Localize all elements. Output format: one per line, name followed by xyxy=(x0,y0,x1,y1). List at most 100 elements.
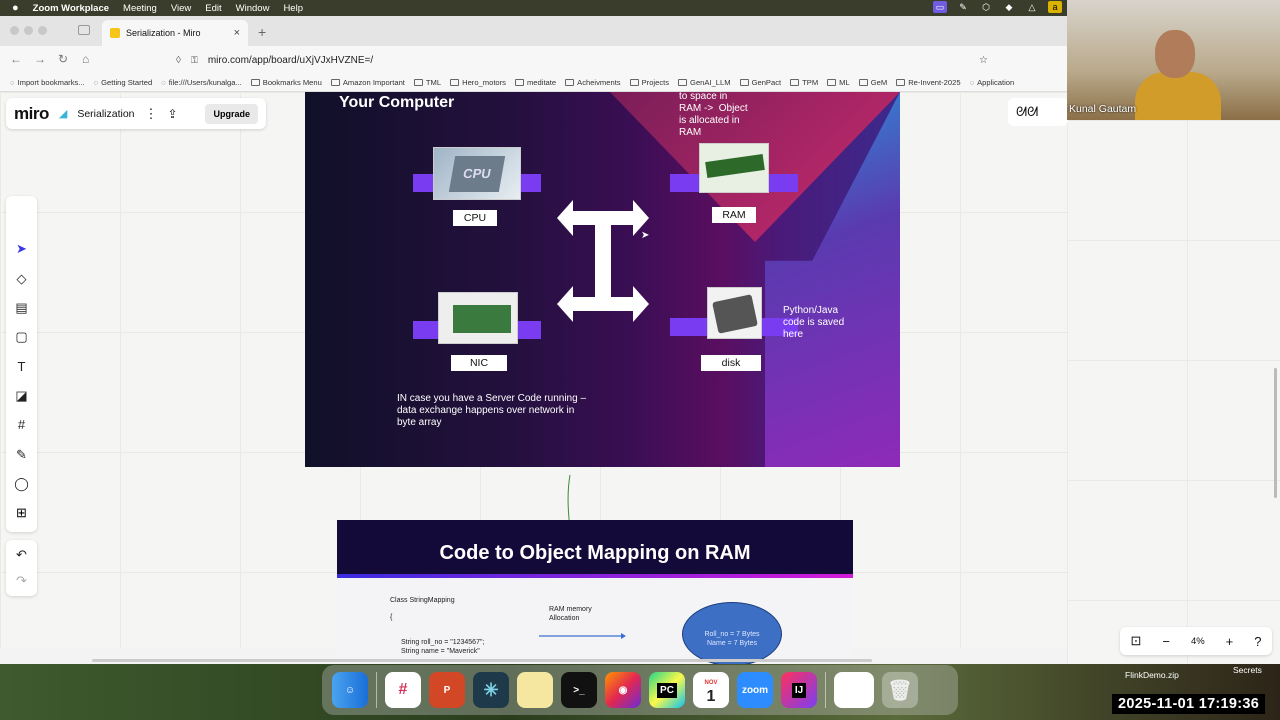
perplexity-icon[interactable]: ✳ xyxy=(473,672,509,708)
sticky-note-icon[interactable]: ▢ xyxy=(12,328,31,346)
bookmark-item[interactable]: ◌ Import bookmarks... xyxy=(10,78,85,87)
close-window-button[interactable] xyxy=(10,26,19,35)
horizontal-scrollbar[interactable] xyxy=(92,659,872,662)
url-text[interactable]: miro.com/app/board/uXjVJxHVZNE=/ xyxy=(208,55,373,66)
share-icon[interactable]: ⇪ xyxy=(168,107,178,121)
screen-share-icon[interactable]: ▭ xyxy=(933,1,947,13)
bookmark-item[interactable]: TPM xyxy=(790,78,818,87)
board-title[interactable]: Serialization xyxy=(77,108,134,120)
menu-app-name[interactable]: Zoom Workplace xyxy=(33,3,109,14)
miro-logo[interactable]: miro xyxy=(14,104,49,124)
back-icon[interactable]: ← xyxy=(10,52,22,66)
board-icon: ◢ xyxy=(58,108,68,120)
bookmark-item[interactable]: Hero_motors xyxy=(450,78,506,87)
bookmark-item[interactable]: Bookmarks Menu xyxy=(250,78,322,87)
bookmark-item[interactable]: ML xyxy=(827,78,850,87)
slide-your-computer[interactable]: Your Computer CPU CPU RAM to space in RA… xyxy=(305,92,900,467)
template-icon[interactable]: ▤ xyxy=(12,299,31,317)
bookmark-label: Projects xyxy=(641,78,670,87)
notes-icon[interactable] xyxy=(517,672,553,708)
tray-icon[interactable]: a xyxy=(1048,1,1062,13)
zoom-level[interactable]: 4% xyxy=(1191,636,1205,647)
tray-icon[interactable]: ⬡ xyxy=(979,1,993,13)
pen-icon[interactable]: ✎ xyxy=(12,446,31,464)
new-tab-icon[interactable]: + xyxy=(258,24,266,40)
help-icon[interactable]: ? xyxy=(1254,634,1261,649)
disk-note: Python/Java code is saved here xyxy=(783,305,845,340)
lock-icon[interactable]: ⚿ xyxy=(191,55,198,66)
bookmark-label: Acheivments xyxy=(577,78,621,87)
bookmark-label: Import bookmarks... xyxy=(17,78,85,87)
redo-icon[interactable]: ↷ xyxy=(12,572,31,590)
bookmark-item[interactable]: meditate xyxy=(514,78,556,87)
disk-image xyxy=(707,287,762,339)
bookmark-item[interactable]: ◌ file:///Users/kunalga... xyxy=(161,78,242,87)
menu-help[interactable]: Help xyxy=(283,3,303,14)
powerpoint-icon[interactable]: P xyxy=(429,672,465,708)
firefox-icon[interactable]: ◉ xyxy=(605,672,641,708)
text-icon[interactable]: T xyxy=(12,358,31,376)
upgrade-button[interactable]: Upgrade xyxy=(205,103,258,124)
minimize-window-button[interactable] xyxy=(24,26,33,35)
apple-icon[interactable]: ● xyxy=(12,2,19,14)
tray-icon[interactable]: ◆ xyxy=(1002,1,1016,13)
shield-icon[interactable]: ◊ xyxy=(176,55,181,66)
eraser-icon[interactable]: ◇ xyxy=(12,270,31,288)
trash-icon[interactable]: 🗑 xyxy=(882,672,918,708)
undo-icon[interactable]: ↶ xyxy=(12,546,31,564)
home-icon[interactable]: ⌂ xyxy=(82,52,89,66)
slide-code-to-object[interactable]: Code to Object Mapping on RAM Class Stri… xyxy=(337,520,853,664)
bookmark-item[interactable]: GeM xyxy=(858,78,887,87)
person-shirt xyxy=(1135,72,1221,120)
reload-icon[interactable]: ↻ xyxy=(58,52,68,66)
shapes-icon[interactable]: ◪ xyxy=(12,387,31,405)
bookmark-item[interactable]: TML xyxy=(413,78,441,87)
zoom-out-icon[interactable]: − xyxy=(1162,634,1170,649)
menu-window[interactable]: Window xyxy=(236,3,270,14)
address-bar[interactable]: ◊ ⚿ miro.com/app/board/uXjVJxHVZNE=/ ☆ xyxy=(176,50,996,70)
bookmark-item[interactable]: Amazon Important xyxy=(330,78,405,87)
fit-screen-icon[interactable]: ⊡ xyxy=(1130,633,1141,649)
browser-toolbar: ← → ↻ ⌂ ◊ ⚿ miro.com/app/board/uXjVJxHVZ… xyxy=(0,46,1067,74)
bookmark-item[interactable]: GenAI_LLM xyxy=(678,78,731,87)
recent-window-icon[interactable] xyxy=(834,672,874,708)
bookmark-item[interactable]: Projects xyxy=(629,78,670,87)
nic-label: NIC xyxy=(451,355,507,371)
browser-tab[interactable]: Serialization - Miro × xyxy=(102,20,248,46)
pycharm-icon[interactable]: PC xyxy=(649,672,685,708)
calendar-icon[interactable]: NOV 1 xyxy=(693,672,729,708)
zoom-window-button[interactable] xyxy=(38,26,47,35)
bookmark-star-icon[interactable]: ☆ xyxy=(979,55,988,66)
slack-icon[interactable]: # xyxy=(385,672,421,708)
frame-icon[interactable]: # xyxy=(12,416,31,434)
terminal-icon[interactable]: >_ xyxy=(561,672,597,708)
bookmark-item[interactable]: ◌ Application xyxy=(970,78,1015,87)
desktop-folder-label[interactable]: Secrets xyxy=(1233,665,1262,675)
vertical-scrollbar[interactable] xyxy=(1274,368,1277,498)
collaborators-panel[interactable]: ᘛᘛ xyxy=(1008,98,1068,126)
bookmark-item[interactable]: Re-Invent-2025 xyxy=(896,78,961,87)
more-options-icon[interactable]: ⋮ xyxy=(145,106,158,122)
reactions-icon[interactable]: ᘛᘛ xyxy=(1016,104,1038,119)
menu-meeting[interactable]: Meeting xyxy=(123,3,157,14)
folder-icon xyxy=(250,79,260,86)
tray-icon[interactable]: ✎ xyxy=(956,1,970,13)
intellij-icon[interactable]: IJ xyxy=(781,672,817,708)
tab-overview-icon[interactable] xyxy=(78,25,90,35)
forward-icon[interactable]: → xyxy=(34,52,46,66)
timestamp: 2025-11-01 17:19:36 xyxy=(1112,694,1266,714)
comment-icon[interactable]: ◯ xyxy=(12,475,31,493)
menu-edit[interactable]: Edit xyxy=(205,3,221,14)
zoom-in-icon[interactable]: + xyxy=(1226,634,1234,649)
close-tab-icon[interactable]: × xyxy=(234,27,240,39)
menu-view[interactable]: View xyxy=(171,3,191,14)
select-icon[interactable]: ➤ xyxy=(12,240,31,258)
zoom-app-icon[interactable]: zoom xyxy=(737,672,773,708)
bookmark-item[interactable]: Acheivments xyxy=(565,78,621,87)
tray-icon[interactable]: △ xyxy=(1025,1,1039,13)
bookmark-item[interactable]: ◌ Getting Started xyxy=(94,78,153,87)
desktop-file-label[interactable]: FlinkDemo.zip xyxy=(1125,670,1179,680)
add-more-icon[interactable]: ⊞ xyxy=(12,504,31,522)
bookmark-item[interactable]: GenPact xyxy=(739,78,781,87)
finder-icon[interactable]: ☺ xyxy=(332,672,368,708)
